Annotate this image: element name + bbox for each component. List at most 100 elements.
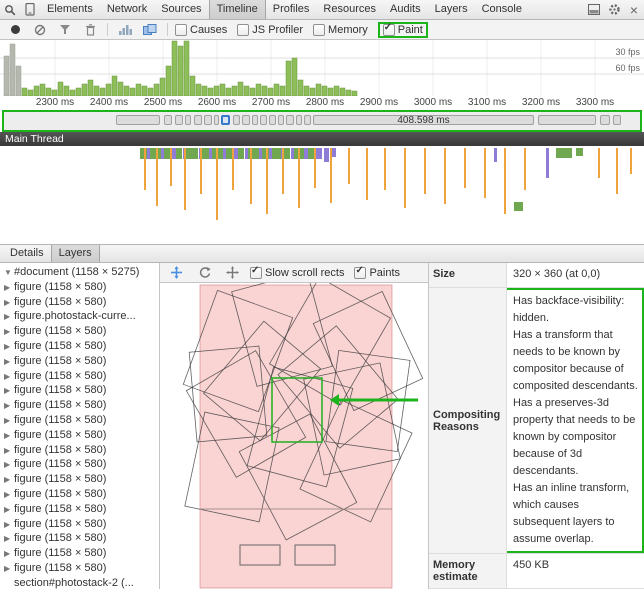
- slow-scroll-rects-checkbox[interactable]: Slow scroll rects: [250, 265, 344, 281]
- collapsed-arrow-icon[interactable]: ▶: [4, 532, 14, 546]
- layer-tree-item[interactable]: ▶figure (1158 × 580): [0, 457, 159, 472]
- tab-layers[interactable]: Layers: [428, 0, 475, 19]
- frame-bar[interactable]: [538, 115, 596, 125]
- checkbox-box[interactable]: [313, 24, 325, 36]
- js-profiler-checkbox[interactable]: JS Profiler: [237, 22, 303, 38]
- frame-bar[interactable]: 408.598 ms: [313, 115, 534, 125]
- frames-strip[interactable]: 408.598 ms: [2, 110, 642, 132]
- rotate-icon[interactable]: [194, 263, 214, 282]
- collapsed-arrow-icon[interactable]: ▶: [4, 296, 14, 310]
- tab-audits[interactable]: Audits: [383, 0, 428, 19]
- checkbox-box[interactable]: [250, 267, 262, 279]
- collapsed-arrow-icon[interactable]: ▶: [4, 488, 14, 502]
- collapsed-arrow-icon[interactable]: ▶: [4, 281, 14, 295]
- selected-frame-bar[interactable]: [221, 115, 230, 125]
- layer-tree-item[interactable]: ▶figure (1158 × 580): [0, 428, 159, 443]
- filter-icon[interactable]: [55, 20, 75, 39]
- settings-gear-icon[interactable]: [604, 0, 624, 19]
- collapsed-arrow-icon[interactable]: ▶: [4, 562, 14, 576]
- record-button[interactable]: [5, 20, 25, 39]
- layer-tree-item[interactable]: ▶figure (1158 × 580): [0, 502, 159, 517]
- frame-bar[interactable]: [175, 115, 183, 125]
- collapsed-arrow-icon[interactable]: ▶: [4, 547, 14, 561]
- collapsed-arrow-icon[interactable]: ▶: [4, 503, 14, 517]
- inspect-element-icon[interactable]: [0, 0, 20, 19]
- causes-checkbox[interactable]: Causes: [175, 22, 227, 38]
- frame-bar[interactable]: [214, 115, 219, 125]
- paint-checkbox[interactable]: Paint: [378, 22, 428, 38]
- tab-profiles[interactable]: Profiles: [266, 0, 317, 19]
- frame-bar[interactable]: [242, 115, 250, 125]
- tab-layers[interactable]: Layers: [51, 245, 100, 262]
- flame-chart[interactable]: [0, 146, 644, 244]
- frame-bar[interactable]: [304, 115, 311, 125]
- close-icon[interactable]: ×: [624, 0, 644, 19]
- layer-tree-item[interactable]: ▶figure (1158 × 580): [0, 413, 159, 428]
- layer-tree-item[interactable]: ▶figure (1158 × 580): [0, 443, 159, 458]
- frame-bar[interactable]: [194, 115, 202, 125]
- frame-bar[interactable]: [278, 115, 284, 125]
- console-drawer-icon[interactable]: [584, 0, 604, 19]
- collapsed-arrow-icon[interactable]: ▶: [4, 370, 14, 384]
- collapsed-arrow-icon[interactable]: ▶: [4, 325, 14, 339]
- layer-tree-item[interactable]: ▶figure (1158 × 580): [0, 546, 159, 561]
- layer-tree-item[interactable]: ▶figure (1158 × 580): [0, 398, 159, 413]
- collapsed-arrow-icon[interactable]: ▶: [4, 458, 14, 472]
- layer-tree-item[interactable]: ▶figure (1158 × 580): [0, 354, 159, 369]
- layer-tree-item[interactable]: section#photostack-2 (...: [0, 576, 159, 589]
- collapsed-arrow-icon[interactable]: ▶: [4, 429, 14, 443]
- collapsed-arrow-icon[interactable]: ▶: [4, 473, 14, 487]
- frame-bar[interactable]: [600, 115, 610, 125]
- garbage-collect-icon[interactable]: [80, 20, 100, 39]
- layer-tree-item[interactable]: ▶figure (1158 × 580): [0, 383, 159, 398]
- frame-bar[interactable]: [116, 115, 160, 125]
- clear-recording-button[interactable]: [30, 20, 50, 39]
- tab-details[interactable]: Details: [3, 245, 51, 262]
- layer-tree-item[interactable]: ▼#document (1158 × 5275): [0, 265, 159, 280]
- layer-tree-item[interactable]: ▶figure (1158 × 580): [0, 324, 159, 339]
- layer-tree-item[interactable]: ▶figure (1158 × 580): [0, 561, 159, 576]
- collapsed-arrow-icon[interactable]: ▶: [4, 340, 14, 354]
- layer-tree-item[interactable]: ▶figure (1158 × 580): [0, 531, 159, 546]
- layer-tree-item[interactable]: ▶figure (1158 × 580): [0, 295, 159, 310]
- expanded-arrow-icon[interactable]: ▼: [4, 266, 14, 280]
- tab-elements[interactable]: Elements: [40, 0, 100, 19]
- events-view-icon[interactable]: [115, 20, 135, 39]
- layer-tree-item[interactable]: ▶figure (1158 × 580): [0, 517, 159, 532]
- tab-sources[interactable]: Sources: [154, 0, 208, 19]
- tab-resources[interactable]: Resources: [316, 0, 383, 19]
- frame-bar[interactable]: [286, 115, 294, 125]
- collapsed-arrow-icon[interactable]: ▶: [4, 444, 14, 458]
- frame-bar[interactable]: [296, 115, 302, 125]
- collapsed-arrow-icon[interactable]: ▶: [4, 310, 14, 324]
- pan-icon[interactable]: [166, 263, 186, 282]
- frame-bar[interactable]: [252, 115, 258, 125]
- layer-tree-item[interactable]: ▶figure (1158 × 580): [0, 280, 159, 295]
- timeline-overview[interactable]: 30 fps60 fps: [0, 40, 644, 96]
- tab-network[interactable]: Network: [100, 0, 154, 19]
- memory-checkbox[interactable]: Memory: [313, 22, 368, 38]
- checkbox-box[interactable]: [383, 24, 395, 36]
- checkbox-box[interactable]: [237, 24, 249, 36]
- frame-bar[interactable]: [185, 115, 191, 125]
- layer-tree-item[interactable]: ▶figure (1158 × 580): [0, 369, 159, 384]
- collapsed-arrow-icon[interactable]: ▶: [4, 518, 14, 532]
- layer-canvas-area[interactable]: [160, 283, 428, 589]
- frame-bar[interactable]: [233, 115, 240, 125]
- paints-checkbox[interactable]: Paints: [354, 265, 400, 281]
- collapsed-arrow-icon[interactable]: ▶: [4, 384, 14, 398]
- frames-view-icon[interactable]: [140, 20, 160, 39]
- tab-console[interactable]: Console: [475, 0, 529, 19]
- frame-bar[interactable]: [260, 115, 267, 125]
- layer-tree-item[interactable]: ▶figure.photostack-curre...: [0, 309, 159, 324]
- layer-tree-item[interactable]: ▶figure (1158 × 580): [0, 339, 159, 354]
- tab-timeline[interactable]: Timeline: [209, 0, 266, 19]
- layer-tree-item[interactable]: ▶figure (1158 × 580): [0, 472, 159, 487]
- frame-bar[interactable]: [164, 115, 172, 125]
- checkbox-box[interactable]: [354, 267, 366, 279]
- layer-tree-item[interactable]: ▶figure (1158 × 580): [0, 487, 159, 502]
- collapsed-arrow-icon[interactable]: ▶: [4, 414, 14, 428]
- checkbox-box[interactable]: [175, 24, 187, 36]
- collapsed-arrow-icon[interactable]: ▶: [4, 355, 14, 369]
- frame-bar[interactable]: [204, 115, 212, 125]
